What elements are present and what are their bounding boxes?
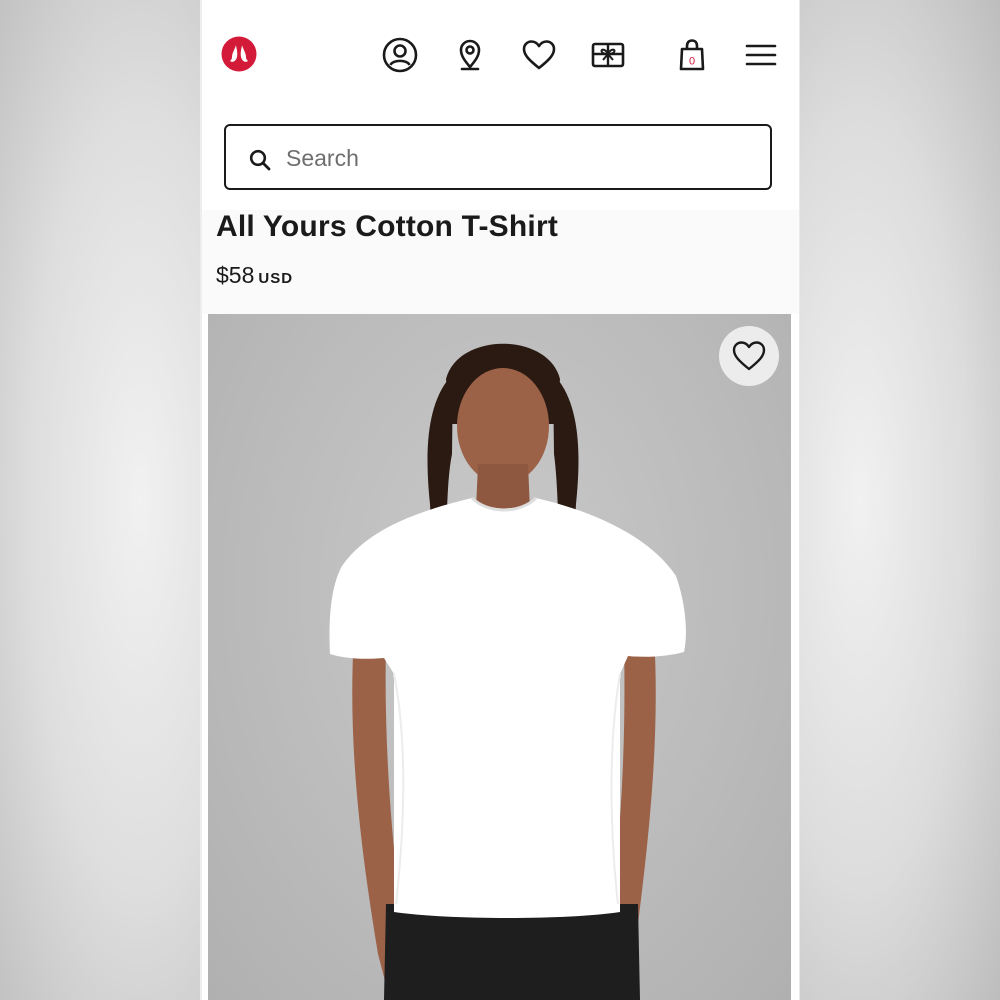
search-icon xyxy=(249,149,271,171)
wishlist-heart-icon[interactable] xyxy=(521,37,557,73)
product-header: All Yours Cotton T-Shirt $58 USD xyxy=(202,210,799,314)
top-navigation: 0 xyxy=(202,0,799,112)
account-icon[interactable] xyxy=(382,37,418,73)
bag-count: 0 xyxy=(689,56,695,68)
add-to-wishlist-button[interactable] xyxy=(719,326,779,386)
search-input[interactable] xyxy=(284,138,748,178)
product-price: $58 USD xyxy=(216,262,293,289)
product-image[interactable] xyxy=(208,314,791,1000)
model-photo xyxy=(329,343,686,1000)
menu-icon[interactable] xyxy=(743,37,779,73)
price-amount: $58 xyxy=(216,262,255,288)
shopping-bag-icon[interactable]: 0 xyxy=(674,37,710,73)
gift-card-icon[interactable] xyxy=(590,37,626,73)
mobile-page: 0 All Yours Cotton T-Shirt $58USD xyxy=(202,0,799,1000)
product-title: All Yours Cotton T-Shirt xyxy=(216,210,559,243)
background-blur-left xyxy=(0,0,200,1000)
store-locator-icon[interactable] xyxy=(452,37,488,73)
heart-icon xyxy=(732,341,766,371)
lululemon-logo[interactable] xyxy=(221,36,257,72)
price-currency: USD xyxy=(258,270,294,287)
search-bar-section xyxy=(202,112,799,210)
search-box[interactable] xyxy=(224,124,772,190)
background-blur-right xyxy=(800,0,1000,1000)
